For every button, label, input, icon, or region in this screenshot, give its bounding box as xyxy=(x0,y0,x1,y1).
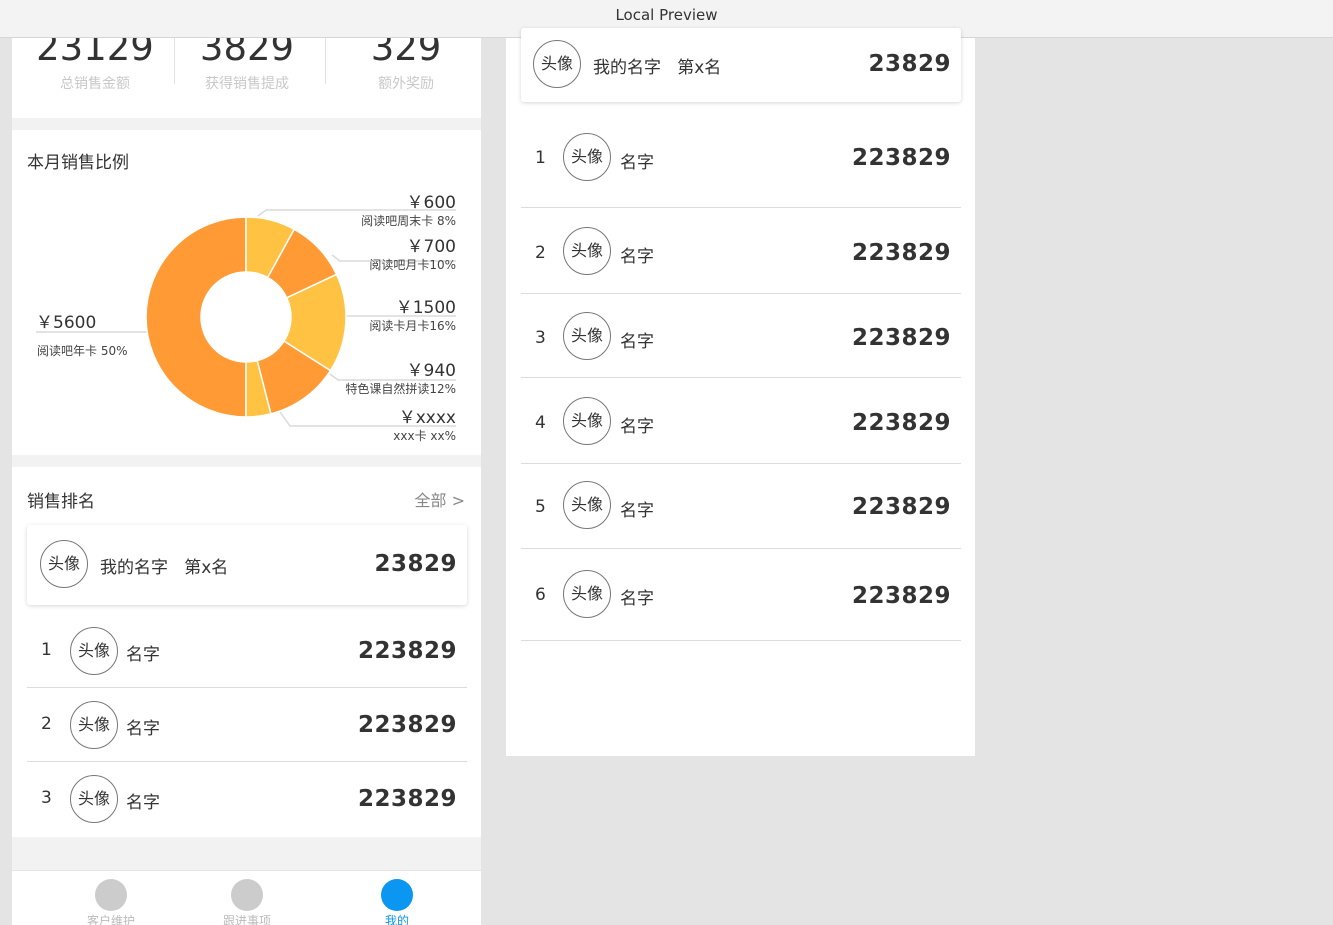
ranking-title: 销售排名 xyxy=(27,492,95,512)
ranking-row[interactable]: 6 头像 名字 223829 xyxy=(521,549,961,641)
view-all-link[interactable]: 全部 > xyxy=(415,487,466,511)
slice-caption: 阅读卡月卡16% xyxy=(369,319,456,333)
avatar: 头像 xyxy=(563,133,611,181)
avatar: 头像 xyxy=(70,775,118,823)
sales-ratio-card: 本月销售比例 ￥5600 阅读吧年卡 50% ￥600 阅读吧周末卡 8% ￥7… xyxy=(12,130,481,455)
avatar: 头像 xyxy=(563,570,611,618)
avatar: 头像 xyxy=(563,227,611,275)
avatar: 头像 xyxy=(563,312,611,360)
rank-index: 1 xyxy=(41,640,52,660)
rank-value: 223829 xyxy=(851,410,951,436)
stat-value: 23129 xyxy=(36,38,154,69)
slice-caption: 阅读吧年卡 50% xyxy=(37,344,128,358)
ranking-row[interactable]: 1 头像 名字 223829 xyxy=(521,110,961,208)
rank-name: 名字 xyxy=(126,719,160,739)
tab-icon xyxy=(231,879,263,911)
rank-index: 3 xyxy=(41,788,52,808)
rank-index: 4 xyxy=(535,413,546,433)
my-name: 我的名字 第x名 xyxy=(100,558,229,578)
rank-name: 名字 xyxy=(620,247,654,267)
my-sales-value: 23829 xyxy=(868,51,951,77)
rank-value: 223829 xyxy=(851,325,951,351)
slice-amount: ￥5600 xyxy=(36,313,97,333)
tab-label: 客户维护 xyxy=(86,914,135,925)
rank-index: 5 xyxy=(535,497,546,517)
my-name: 我的名字 第x名 xyxy=(593,58,722,78)
divider xyxy=(325,38,326,84)
tab-mine[interactable]: 我的 xyxy=(347,871,447,925)
ranking-row[interactable]: 4 头像 名字 223829 xyxy=(521,378,961,464)
stats-card: 23129 总销售金额 3829 获得销售提成 329 额外奖励 xyxy=(12,38,481,118)
stat-label: 获得销售提成 xyxy=(205,76,289,92)
rank-value: 223829 xyxy=(357,638,457,664)
avatar: 头像 xyxy=(70,701,118,749)
rank-name: 名字 xyxy=(620,589,654,609)
slice-amount: ￥1500 xyxy=(395,298,456,318)
slice-amount: ￥xxxx xyxy=(398,408,456,428)
rank-name: 名字 xyxy=(126,645,160,665)
avatar: 头像 xyxy=(70,627,118,675)
rank-value: 223829 xyxy=(851,583,951,609)
ranking-row[interactable]: 3 头像 名字 223829 xyxy=(521,294,961,378)
stat-bonus: 329 额外奖励 xyxy=(331,38,481,93)
avatar: 头像 xyxy=(563,481,611,529)
ranking-row[interactable]: 3 头像 名字 223829 xyxy=(27,762,467,836)
stat-value: 3829 xyxy=(199,38,295,69)
tab-follow-up[interactable]: 跟进事项 xyxy=(197,871,297,925)
rank-name: 名字 xyxy=(126,793,160,813)
slice-amount: ￥600 xyxy=(406,193,456,213)
slice-caption: 阅读吧月卡10% xyxy=(369,258,456,272)
stat-value: 329 xyxy=(370,38,442,69)
rank-name: 名字 xyxy=(620,153,654,173)
rank-index: 2 xyxy=(535,243,546,263)
rank-index: 1 xyxy=(535,148,546,168)
tab-customer-maintenance[interactable]: 客户维护 xyxy=(61,871,161,925)
my-rank-card[interactable]: 头像 我的名字 第x名 23829 xyxy=(27,525,467,605)
ranking-row[interactable]: 5 头像 名字 223829 xyxy=(521,464,961,549)
avatar: 头像 xyxy=(40,540,88,588)
slice-amount: ￥940 xyxy=(406,361,456,381)
avatar: 头像 xyxy=(563,397,611,445)
tab-label: 我的 xyxy=(384,914,409,925)
slice-caption: 阅读吧周末卡 8% xyxy=(361,214,456,228)
stat-label: 总销售金额 xyxy=(60,76,130,92)
slice-caption: xxx卡 xx% xyxy=(393,429,456,443)
bottom-tab-bar: 客户维护 跟进事项 我的 xyxy=(12,870,481,925)
ranking-list-panel: 头像 我的名字 第x名 23829 1 头像 名字 223829 2 头像 名字… xyxy=(506,28,975,756)
stat-total-sales: 23129 总销售金额 xyxy=(20,38,170,93)
donut-slice xyxy=(145,216,247,418)
rank-index: 6 xyxy=(535,585,546,605)
stat-label: 额外奖励 xyxy=(378,76,434,92)
sales-ranking-card: 销售排名 全部 > 头像 我的名字 第x名 23829 1 头像 名字 2238… xyxy=(12,467,481,837)
rank-value: 223829 xyxy=(851,145,951,171)
tab-label: 跟进事项 xyxy=(222,914,271,925)
ranking-row[interactable]: 2 头像 名字 223829 xyxy=(27,688,467,762)
rank-index: 3 xyxy=(535,328,546,348)
avatar: 头像 xyxy=(533,40,581,88)
ranking-row[interactable]: 1 头像 名字 223829 xyxy=(27,614,467,688)
left-panel: 23129 总销售金额 3829 获得销售提成 329 额外奖励 本月销售比例 xyxy=(12,38,481,925)
my-rank-card[interactable]: 头像 我的名字 第x名 23829 xyxy=(521,28,961,102)
rank-index: 2 xyxy=(41,714,52,734)
slice-caption: 特色课自然拼读12% xyxy=(345,382,456,396)
slice-amount: ￥700 xyxy=(406,237,456,257)
tab-icon xyxy=(95,879,127,911)
my-sales-value: 23829 xyxy=(374,551,457,577)
rank-value: 223829 xyxy=(851,494,951,520)
rank-name: 名字 xyxy=(620,417,654,437)
rank-value: 223829 xyxy=(357,786,457,812)
ranking-row[interactable]: 2 头像 名字 223829 xyxy=(521,208,961,294)
rank-value: 223829 xyxy=(357,712,457,738)
tab-icon xyxy=(381,879,413,911)
rank-name: 名字 xyxy=(620,501,654,521)
stat-commission: 3829 获得销售提成 xyxy=(172,38,322,93)
rank-value: 223829 xyxy=(851,240,951,266)
rank-name: 名字 xyxy=(620,332,654,352)
